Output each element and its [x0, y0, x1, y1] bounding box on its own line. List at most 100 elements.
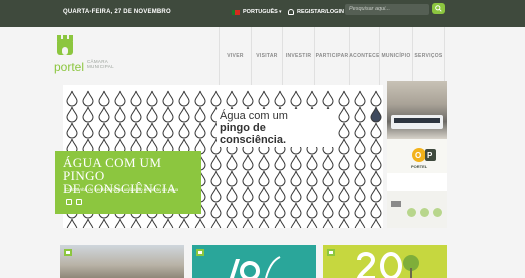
- op-label: PORTEL: [411, 164, 428, 169]
- prev-icon[interactable]: [66, 199, 72, 205]
- ball-icon: [407, 208, 416, 217]
- side-banners: O P PORTEL: [387, 81, 447, 228]
- nav-item-participar[interactable]: PARTICIPAR: [314, 27, 349, 85]
- water-drop: [178, 90, 190, 107]
- water-drop: [82, 218, 94, 228]
- water-drop: [306, 154, 318, 171]
- water-drop: [338, 218, 350, 228]
- login-label: REGISTAR/LOGIN: [297, 9, 344, 15]
- chevron-down-icon[interactable]: ▾: [279, 9, 282, 15]
- ball-icon: [433, 208, 442, 217]
- water-drop: [290, 202, 302, 219]
- water-drop: [338, 154, 350, 171]
- logo-wordmark: portel: [54, 60, 85, 74]
- water-drop: [98, 90, 110, 107]
- main-nav: VIVER VISITAR INVESTIR PARTICIPAR ACONTE…: [219, 27, 445, 85]
- water-drop: [162, 122, 174, 139]
- water-drop: [242, 186, 254, 203]
- water-drop: [274, 90, 286, 107]
- water-drop: [354, 106, 366, 123]
- news-card-3[interactable]: [323, 245, 447, 278]
- svg-text:P: P: [427, 151, 433, 160]
- search-input[interactable]: Pesquisar aqui...: [345, 4, 429, 15]
- card-anniversary-graphic: [356, 252, 419, 278]
- water-drop: [210, 186, 222, 203]
- water-drop: [274, 170, 286, 187]
- water-drop: [226, 154, 238, 171]
- language-selector[interactable]: PORTUGUÊS: [232, 9, 278, 15]
- water-drop: [210, 90, 222, 107]
- water-drop: [354, 218, 366, 228]
- news-card-2[interactable]: [192, 245, 316, 278]
- water-drop: [338, 122, 350, 139]
- bus-windows: [394, 118, 440, 123]
- water-drop: [354, 138, 366, 155]
- flag-icon: [232, 9, 240, 15]
- water-drop: [130, 90, 142, 107]
- login-link[interactable]: REGISTAR/LOGIN: [288, 9, 344, 15]
- logo-sub-line2: MUNICIPAL: [87, 64, 114, 69]
- water-drop: [306, 186, 318, 203]
- water-drop: [338, 106, 350, 123]
- search-button[interactable]: [432, 3, 445, 14]
- water-drop: [66, 218, 78, 228]
- logo-subtitle: CÂMARA MUNICIPAL: [87, 59, 114, 69]
- water-drop: [274, 154, 286, 171]
- water-drop: [338, 202, 350, 219]
- nav-item-acontece[interactable]: ACONTECE: [349, 27, 379, 85]
- water-drop: [322, 218, 334, 228]
- nav-item-investir[interactable]: INVESTIR: [282, 27, 314, 85]
- water-drop: [322, 202, 334, 219]
- water-drop: [290, 154, 302, 171]
- water-drop: [354, 154, 366, 171]
- water-drop: [226, 202, 238, 219]
- water-drop: [370, 218, 382, 228]
- water-drop: [290, 218, 302, 228]
- water-drop: [242, 218, 254, 228]
- hero-tagline: Água com um pingo de consciência.: [217, 109, 335, 147]
- ball-icon: [420, 208, 429, 217]
- water-drop: [82, 122, 94, 139]
- card-tag-icon: [327, 249, 335, 256]
- water-drop: [290, 170, 302, 187]
- water-drop: [242, 90, 254, 107]
- water-drop: [226, 218, 238, 228]
- top-bar: QUARTA-FEIRA, 27 DE NOVEMBRO PORTUGUÊS ▾…: [0, 0, 525, 27]
- hero-subtitle: Campanha de sensibilização utilização ef…: [65, 187, 179, 192]
- next-icon[interactable]: [76, 199, 82, 205]
- water-drop: [146, 218, 158, 228]
- water-drop: [370, 170, 382, 187]
- water-drop: [146, 106, 158, 123]
- water-drop: [114, 106, 126, 123]
- nav-item-viver[interactable]: VIVER: [219, 27, 251, 85]
- nav-item-visitar[interactable]: VISITAR: [251, 27, 282, 85]
- water-drop: [322, 186, 334, 203]
- nav-item-municipio[interactable]: MUNICÍPIO: [379, 27, 412, 85]
- search-icon: [435, 5, 442, 12]
- hero-title-line1: ÁGUA COM UM PINGO: [63, 155, 162, 183]
- water-drop: [226, 186, 238, 203]
- water-drop: [66, 106, 78, 123]
- water-drop: [210, 218, 222, 228]
- hero-tagline-line2: pingo de consciência.: [220, 122, 287, 146]
- hero-caption-box[interactable]: ÁGUA COM UM PINGO DE CONSCIÊNCIA Campanh…: [55, 151, 201, 214]
- card-tag-icon: [64, 249, 72, 256]
- water-drop: [242, 154, 254, 171]
- water-drop: [306, 170, 318, 187]
- water-drop: [306, 90, 318, 107]
- castle-logo-icon: [57, 35, 73, 55]
- water-drop: [226, 90, 238, 107]
- water-drop: [258, 218, 270, 228]
- water-drop: [242, 202, 254, 219]
- site-logo[interactable]: portel CÂMARA MUNICIPAL: [54, 33, 134, 77]
- water-drop: [194, 106, 206, 123]
- water-drop: [162, 90, 174, 107]
- water-drop: [274, 202, 286, 219]
- water-drop: [82, 106, 94, 123]
- news-card-1[interactable]: [60, 245, 184, 278]
- water-drop: [98, 218, 110, 228]
- bus-photo-banner[interactable]: [387, 81, 447, 139]
- nav-item-servicos[interactable]: SERVIÇOS: [412, 27, 445, 85]
- water-drop: [306, 202, 318, 219]
- water-drop: [130, 218, 142, 228]
